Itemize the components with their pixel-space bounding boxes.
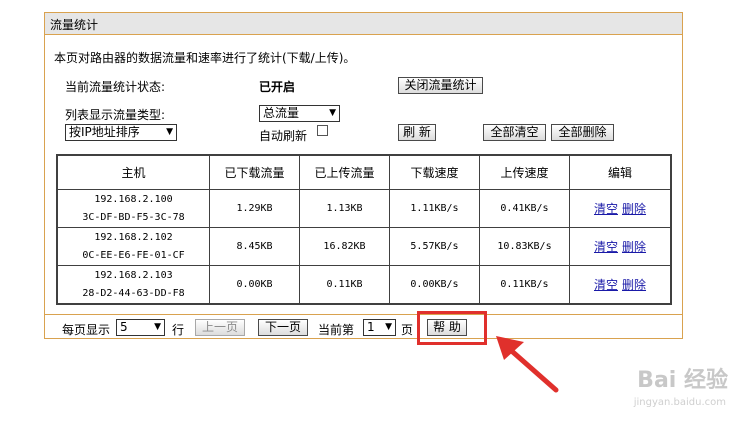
delete-link[interactable]: 删除 [622, 240, 646, 254]
uploaded-cell: 0.11KB [299, 265, 390, 305]
chevron-down-icon: ▼ [385, 322, 392, 332]
header-up-speed: 上传速度 [479, 154, 570, 190]
up-speed-cell: 0.11KB/s [479, 265, 570, 305]
chevron-down-icon: ▼ [166, 127, 173, 137]
uploaded-cell: 16.82KB [299, 227, 390, 266]
next-page-button[interactable]: 下一页 [258, 319, 308, 336]
per-page-label: 每页显示 [62, 323, 111, 337]
host-mac: 0C-EE-E6-FE-01-CF [82, 249, 185, 261]
table-header-row: 主机 已下载流量 已上传流量 下载速度 上传速度 编辑 [56, 154, 672, 190]
host-mac: 28-D2-44-63-DD-F8 [82, 287, 185, 299]
rows-unit-label: 行 [172, 323, 185, 337]
down-speed-cell: 5.57KB/s [389, 227, 480, 266]
down-speed-cell: 1.11KB/s [389, 189, 480, 228]
current-page-value: 1 [367, 320, 375, 334]
clear-link[interactable]: 清空 [594, 202, 618, 216]
panel-title-bar: 流量统计 [45, 13, 682, 35]
host-cell: 192.168.2.102 0C-EE-E6-FE-01-CF [56, 227, 210, 266]
prev-page-button[interactable]: 上一页 [195, 319, 245, 336]
chevron-down-icon: ▼ [329, 108, 336, 118]
status-label: 当前流量统计状态: [65, 80, 166, 94]
current-page-label: 当前第 [318, 323, 355, 337]
pointer-arrow-icon [496, 336, 559, 393]
header-downloaded: 已下载流量 [209, 154, 300, 190]
host-ip: 192.168.2.103 [94, 269, 173, 281]
downloaded-cell: 0.00KB [209, 265, 300, 305]
host-ip: 192.168.2.100 [94, 193, 173, 205]
per-page-select[interactable]: 5 ▼ [116, 319, 165, 336]
header-host: 主机 [56, 154, 210, 190]
auto-refresh-checkbox[interactable] [317, 125, 328, 136]
edit-cell: 清空 删除 [569, 189, 672, 228]
uploaded-cell: 1.13KB [299, 189, 390, 228]
traffic-stats-panel: 流量统计 本页对路由器的数据流量和速率进行了统计(下载/上传)。 当前流量统计状… [44, 12, 683, 339]
sort-value: 按IP地址排序 [69, 125, 140, 139]
page-unit-label: 页 [401, 323, 414, 337]
host-mac: 3C-DF-BD-F5-3C-78 [82, 211, 185, 223]
clear-all-button[interactable]: 全部清空 [483, 124, 546, 141]
clear-link[interactable]: 清空 [594, 278, 618, 292]
host-cell: 192.168.2.100 3C-DF-BD-F5-3C-78 [56, 189, 210, 228]
traffic-type-select[interactable]: 总流量 ▼ [259, 105, 340, 122]
watermark-logo: Bai 经验 [637, 368, 728, 393]
delete-link[interactable]: 删除 [622, 202, 646, 216]
downloaded-cell: 1.29KB [209, 189, 300, 228]
panel-description: 本页对路由器的数据流量和速率进行了统计(下载/上传)。 [54, 51, 356, 65]
footer-divider [45, 314, 682, 315]
panel-title: 流量统计 [50, 18, 99, 32]
status-value: 已开启 [259, 80, 296, 94]
sort-select[interactable]: 按IP地址排序 ▼ [65, 124, 177, 141]
header-uploaded: 已上传流量 [299, 154, 390, 190]
help-highlight-box [417, 311, 487, 345]
up-speed-cell: 10.83KB/s [479, 227, 570, 266]
delete-all-button[interactable]: 全部删除 [551, 124, 614, 141]
table-row: 192.168.2.100 3C-DF-BD-F5-3C-78 1.29KB 1… [56, 189, 672, 228]
current-page-select[interactable]: 1 ▼ [363, 319, 396, 336]
edit-cell: 清空 删除 [569, 227, 672, 266]
down-speed-cell: 0.00KB/s [389, 265, 480, 305]
table-row: 192.168.2.102 0C-EE-E6-FE-01-CF 8.45KB 1… [56, 227, 672, 266]
chevron-down-icon: ▼ [154, 322, 161, 332]
auto-refresh-label: 自动刷新 [259, 129, 308, 143]
per-page-value: 5 [120, 320, 128, 334]
table-row: 192.168.2.103 28-D2-44-63-DD-F8 0.00KB 0… [56, 265, 672, 305]
edit-cell: 清空 删除 [569, 265, 672, 305]
host-ip: 192.168.2.102 [94, 231, 173, 243]
traffic-table: 主机 已下载流量 已上传流量 下载速度 上传速度 编辑 192.168.2.10… [56, 154, 672, 305]
header-edit: 编辑 [569, 154, 672, 190]
delete-link[interactable]: 删除 [622, 278, 646, 292]
clear-link[interactable]: 清空 [594, 240, 618, 254]
list-type-label: 列表显示流量类型: [65, 108, 166, 122]
traffic-type-value: 总流量 [263, 106, 300, 120]
toggle-stats-button[interactable]: 关闭流量统计 [398, 77, 483, 94]
host-cell: 192.168.2.103 28-D2-44-63-DD-F8 [56, 265, 210, 305]
header-down-speed: 下载速度 [389, 154, 480, 190]
watermark-url: jingyan.baidu.com [633, 397, 726, 408]
refresh-button[interactable]: 刷 新 [398, 124, 436, 141]
up-speed-cell: 0.41KB/s [479, 189, 570, 228]
downloaded-cell: 8.45KB [209, 227, 300, 266]
